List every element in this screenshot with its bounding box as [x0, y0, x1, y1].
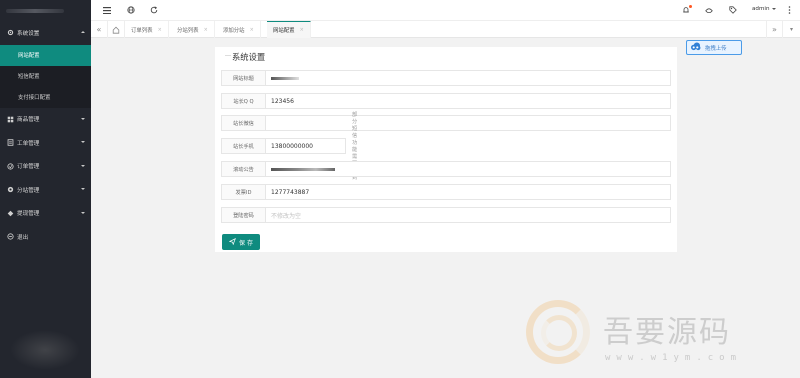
cart-icon: [7, 163, 14, 170]
invoice-id-input[interactable]: 1277743887: [266, 184, 671, 200]
tab-order-list[interactable]: 订单列表 ×: [125, 21, 169, 38]
upload-button[interactable]: 拖拽上传: [686, 40, 742, 55]
sidebar-decoration: [10, 330, 80, 370]
field-label: 站长手机: [221, 138, 266, 154]
field-label: 滚动公告: [221, 161, 266, 177]
submenu: 网站配置 短信配置 支付接口配置: [0, 44, 91, 108]
field-label: 发票ID: [221, 184, 266, 200]
save-label: 保 存: [239, 239, 253, 247]
menu-item-label: 系统设置: [17, 30, 40, 37]
theme-icon[interactable]: [704, 5, 714, 15]
tab-site-config[interactable]: 网站配置 ×: [267, 21, 311, 38]
menu-icon[interactable]: [102, 5, 112, 15]
chevron-down-icon: [81, 164, 85, 167]
redacted-value: [271, 167, 335, 171]
menu-item-orders[interactable]: 订单管理: [0, 155, 91, 179]
watermark-url: www.w1ym.com: [605, 353, 743, 363]
close-icon[interactable]: ×: [300, 27, 304, 33]
field-label: 站长Q Q: [221, 93, 266, 109]
watermark: 吾要源码 www.w1ym.com: [521, 295, 800, 378]
site-title-input[interactable]: [266, 70, 671, 86]
logo-mark: [6, 8, 64, 13]
submenu-item-payment-config[interactable]: 支付接口配置: [0, 87, 91, 108]
owner-phone-input[interactable]: 13800000000: [266, 138, 346, 154]
watermark-title: 吾要源码: [603, 315, 731, 350]
chevron-down-icon: [81, 141, 85, 143]
tab-options-icon[interactable]: ▾: [783, 21, 800, 38]
chevron-down-icon: [81, 188, 85, 190]
more-icon[interactable]: [784, 5, 794, 15]
refresh-icon[interactable]: [149, 5, 159, 15]
wallet-icon: [7, 210, 14, 217]
tab-substation-list[interactable]: 分站列表 ×: [171, 21, 215, 38]
menu-item-label: 分站管理: [17, 187, 40, 194]
close-icon[interactable]: ×: [158, 27, 162, 33]
logo: [0, 0, 91, 21]
submenu-item-sms-config[interactable]: 短信配置: [0, 66, 91, 87]
redacted-value: [271, 76, 299, 80]
username: admin: [752, 6, 770, 12]
tab-label: 订单列表: [131, 27, 153, 34]
grid-icon: [7, 116, 14, 123]
upload-label: 拖拽上传: [705, 45, 727, 52]
title-rule: [225, 55, 231, 56]
menu-item-label: 商品管理: [17, 117, 40, 124]
topbar: admin: [91, 0, 800, 21]
owner-qq-input[interactable]: 123456: [266, 93, 671, 109]
user-menu[interactable]: admin: [752, 6, 776, 12]
menu-item-label: 提现管理: [17, 211, 40, 218]
close-icon[interactable]: ×: [250, 27, 254, 33]
menu-item-label: 工单管理: [17, 140, 40, 147]
menu-item-withdrawals[interactable]: 提现管理: [0, 202, 91, 226]
chevron-up-icon: [81, 31, 85, 33]
globe-icon[interactable]: [126, 5, 136, 15]
notification-badge: [689, 5, 692, 8]
tag-icon[interactable]: [728, 5, 738, 15]
caret-down-icon: [771, 8, 776, 10]
tab-label: 分站列表: [177, 27, 199, 34]
menu-item-label: 订单管理: [17, 164, 40, 171]
submenu-item-site-config[interactable]: 网站配置: [0, 44, 91, 66]
ticket-icon: [7, 139, 14, 146]
menu-item-products[interactable]: 商品管理: [0, 108, 91, 132]
logout-icon: [7, 233, 14, 240]
tab-label: 添加分站: [223, 27, 245, 34]
menu-item-label: 退出: [17, 234, 29, 241]
settings-form-card: 系统设置 网站标题 站长Q Q 123456 站长微信 站长手机 1380000…: [215, 47, 677, 252]
owner-wechat-input[interactable]: [266, 115, 671, 131]
field-label: 登陆密码: [221, 207, 266, 223]
site-icon: [7, 186, 14, 193]
chevron-down-icon: [81, 117, 85, 120]
field-label: 网站标题: [221, 70, 266, 86]
home-icon[interactable]: [108, 21, 125, 38]
field-label: 站长微信: [221, 115, 266, 131]
watermark-logo-inner: [541, 315, 577, 351]
tab-scroll-right-icon[interactable]: »: [766, 21, 783, 38]
form-title: 系统设置: [232, 52, 266, 62]
menu-item-tickets[interactable]: 工单管理: [0, 131, 91, 155]
save-button[interactable]: 保 存: [222, 234, 260, 250]
phone-hint: 部分短信功能需要用到: [352, 112, 358, 181]
send-icon: [228, 237, 236, 247]
tab-add-substation[interactable]: 添加分站 ×: [217, 21, 261, 38]
menu-item-system-settings[interactable]: 系统设置: [0, 21, 91, 45]
menu-item-substations[interactable]: 分站管理: [0, 178, 91, 202]
cloud-icon: [690, 42, 701, 53]
tab-label: 网站配置: [273, 28, 295, 34]
tab-bar: « 订单列表 × 分站列表 × 添加分站 × 网站配置 × » ▾: [91, 21, 800, 38]
chevron-down-icon: [81, 211, 85, 214]
login-password-input[interactable]: 不修改为空: [266, 207, 671, 223]
announcement-input[interactable]: [266, 161, 671, 177]
tab-scroll-left-icon[interactable]: «: [91, 21, 108, 38]
menu-item-logout[interactable]: 退出: [0, 225, 91, 249]
gear-icon: [7, 29, 14, 36]
sidebar: 系统设置 网站配置 短信配置 支付接口配置 商品管理 工单管理 订单管理 分站管…: [0, 0, 91, 378]
close-icon[interactable]: ×: [204, 27, 208, 33]
input-placeholder: 不修改为空: [271, 212, 302, 220]
